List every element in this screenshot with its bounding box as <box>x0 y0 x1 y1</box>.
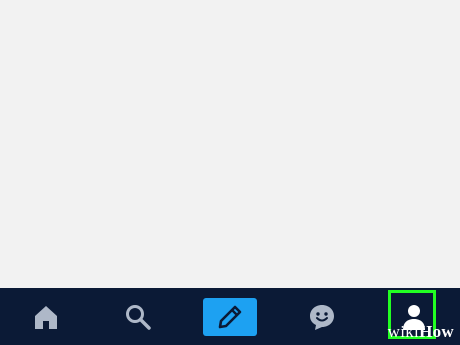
wikihow-watermark: wikiHow <box>388 322 454 342</box>
compose-button[interactable] <box>203 297 257 336</box>
watermark-wiki: wiki <box>387 322 420 341</box>
content-area <box>0 0 460 288</box>
tab-compose[interactable] <box>200 288 260 345</box>
smiley-icon <box>310 304 334 330</box>
pencil-icon <box>218 305 242 328</box>
home-icon <box>35 305 57 329</box>
tab-home[interactable] <box>16 288 76 345</box>
watermark-how: How <box>419 322 454 341</box>
tab-search[interactable] <box>108 288 168 345</box>
tab-chat[interactable] <box>292 288 352 345</box>
search-icon <box>126 304 151 330</box>
